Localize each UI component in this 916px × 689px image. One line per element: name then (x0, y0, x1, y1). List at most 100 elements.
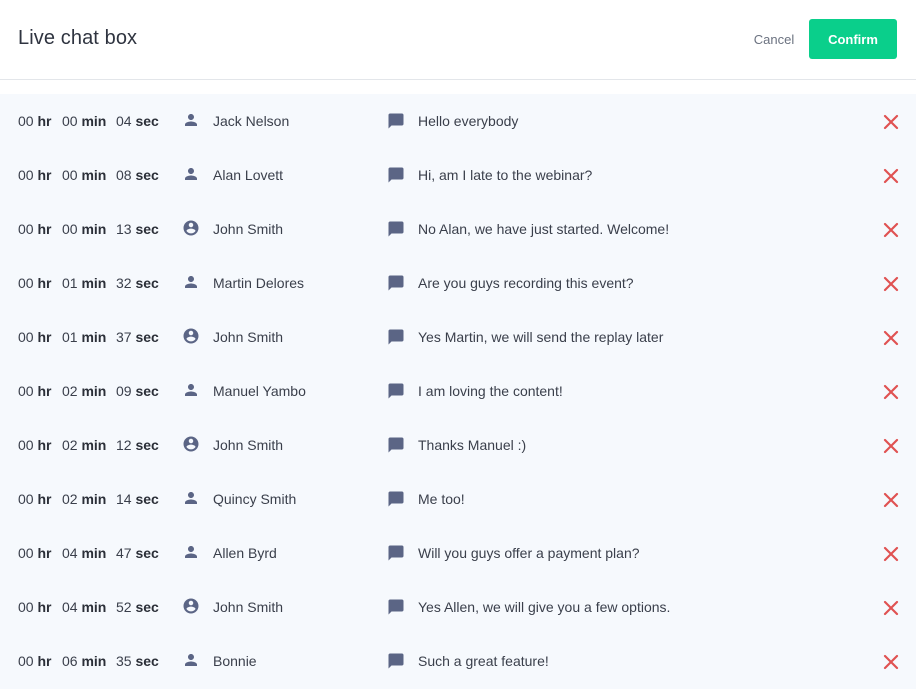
timestamp-minutes: 02 (62, 437, 78, 453)
chat-bubble-icon (387, 166, 405, 184)
close-icon (882, 222, 900, 242)
timestamp-minutes: 00 (62, 167, 78, 183)
timestamp-hours: 00 (18, 491, 34, 507)
hours-unit: hr (37, 491, 52, 507)
timestamp-hours: 00 (18, 113, 34, 129)
delete-message-button[interactable] (882, 491, 900, 509)
chat-row: 00 hr 04 min 47 sec Allen Byrd Will you guys… (0, 526, 916, 580)
delete-message-button[interactable] (882, 653, 900, 671)
close-icon (882, 438, 900, 458)
close-icon (882, 330, 900, 350)
chat-row: 00 hr 01 min 32 sec Martin Delores Are you g… (0, 256, 916, 310)
page-title: Live chat box (18, 27, 138, 49)
seconds-unit: sec (135, 113, 159, 129)
minutes-unit: min (81, 113, 107, 129)
chat-bubble-icon (387, 490, 405, 508)
message-text: Such a great feature! (418, 653, 549, 669)
delete-message-button[interactable] (882, 329, 900, 347)
hours-unit: hr (37, 275, 52, 291)
seconds-unit: sec (135, 653, 159, 669)
person-icon (182, 651, 200, 669)
minutes-unit: min (81, 329, 107, 345)
timestamp-hours: 00 (18, 221, 34, 237)
timestamp-hours: 00 (18, 437, 34, 453)
chat-row: 00 hr 01 min 37 sec John Smith Yes Martin, w… (0, 310, 916, 364)
chat-bubble-icon (387, 328, 405, 346)
chat-bubble-icon (387, 598, 405, 616)
seconds-unit: sec (135, 545, 159, 561)
timestamp-seconds: 35 (116, 653, 132, 669)
chat-row: 00 hr 06 min 35 sec Bonnie Such a great feat… (0, 634, 916, 688)
user-name: Allen Byrd (213, 545, 277, 561)
account-circle-icon (182, 597, 200, 615)
delete-message-button[interactable] (882, 437, 900, 455)
minutes-unit: min (81, 437, 107, 453)
minutes-unit: min (81, 383, 107, 399)
timestamp-minutes: 02 (62, 491, 78, 507)
delete-message-button[interactable] (882, 599, 900, 617)
chat-bubble-icon (387, 220, 405, 238)
timestamp-minutes: 06 (62, 653, 78, 669)
user-name: Martin Delores (213, 275, 305, 291)
timestamp-hours: 00 (18, 383, 34, 399)
timestamp-seconds: 08 (116, 167, 132, 183)
timestamp-seconds: 52 (116, 599, 132, 615)
message-text: Thanks Manuel :) (418, 437, 527, 453)
chat-bubble-icon (387, 274, 405, 292)
account-circle-icon (182, 435, 200, 453)
chat-row: 00 hr 02 min 12 sec John Smith Thanks Manuel… (0, 418, 916, 472)
timestamp-hours: 00 (18, 653, 34, 669)
timestamp-seconds: 04 (116, 113, 132, 129)
timestamp-minutes: 04 (62, 599, 78, 615)
delete-message-button[interactable] (882, 275, 900, 293)
modal-header: Live chat box Cancel Confirm (0, 0, 916, 80)
user-name: John Smith (213, 221, 284, 237)
chat-row: 00 hr 02 min 14 sec Quincy Smith Me too! (0, 472, 916, 526)
user-name: John Smith (213, 329, 284, 345)
account-circle-icon (182, 327, 200, 345)
person-icon (182, 273, 200, 291)
person-icon (182, 381, 200, 399)
delete-message-button[interactable] (882, 113, 900, 131)
close-icon (882, 384, 900, 404)
timestamp-minutes: 00 (62, 113, 78, 129)
message-text: Will you guys offer a payment plan? (418, 545, 640, 561)
confirm-button[interactable]: Confirm (809, 19, 897, 59)
close-icon (882, 546, 900, 566)
person-icon (182, 111, 200, 129)
message-text: Hi, am I late to the webinar? (418, 167, 593, 183)
timestamp-hours: 00 (18, 167, 34, 183)
delete-message-button[interactable] (882, 167, 900, 185)
close-icon (882, 276, 900, 296)
seconds-unit: sec (135, 167, 159, 183)
hours-unit: hr (37, 221, 52, 237)
delete-message-button[interactable] (882, 383, 900, 401)
message-text: I am loving the content! (418, 383, 563, 399)
person-icon (182, 543, 200, 561)
chat-bubble-icon (387, 652, 405, 670)
minutes-unit: min (81, 167, 107, 183)
delete-message-button[interactable] (882, 221, 900, 239)
user-name: Manuel Yambo (213, 383, 306, 399)
delete-message-button[interactable] (882, 545, 900, 563)
hours-unit: hr (37, 437, 52, 453)
minutes-unit: min (81, 491, 107, 507)
timestamp-seconds: 32 (116, 275, 132, 291)
timestamp-minutes: 02 (62, 383, 78, 399)
timestamp-seconds: 14 (116, 491, 132, 507)
cancel-button[interactable]: Cancel (740, 29, 808, 49)
message-text: Hello everybody (418, 113, 519, 129)
hours-unit: hr (37, 113, 52, 129)
hours-unit: hr (37, 653, 52, 669)
user-name: Alan Lovett (213, 167, 284, 183)
hours-unit: hr (37, 545, 52, 561)
chat-bubble-icon (387, 382, 405, 400)
timestamp-seconds: 47 (116, 545, 132, 561)
seconds-unit: sec (135, 329, 159, 345)
seconds-unit: sec (135, 383, 159, 399)
chat-message-list[interactable]: 00 hr 00 min 04 sec Jack Nelson Hello everyb… (0, 94, 916, 689)
message-text: No Alan, we have just started. Welcome! (418, 221, 670, 237)
chat-bubble-icon (387, 112, 405, 130)
seconds-unit: sec (135, 221, 159, 237)
minutes-unit: min (81, 545, 107, 561)
